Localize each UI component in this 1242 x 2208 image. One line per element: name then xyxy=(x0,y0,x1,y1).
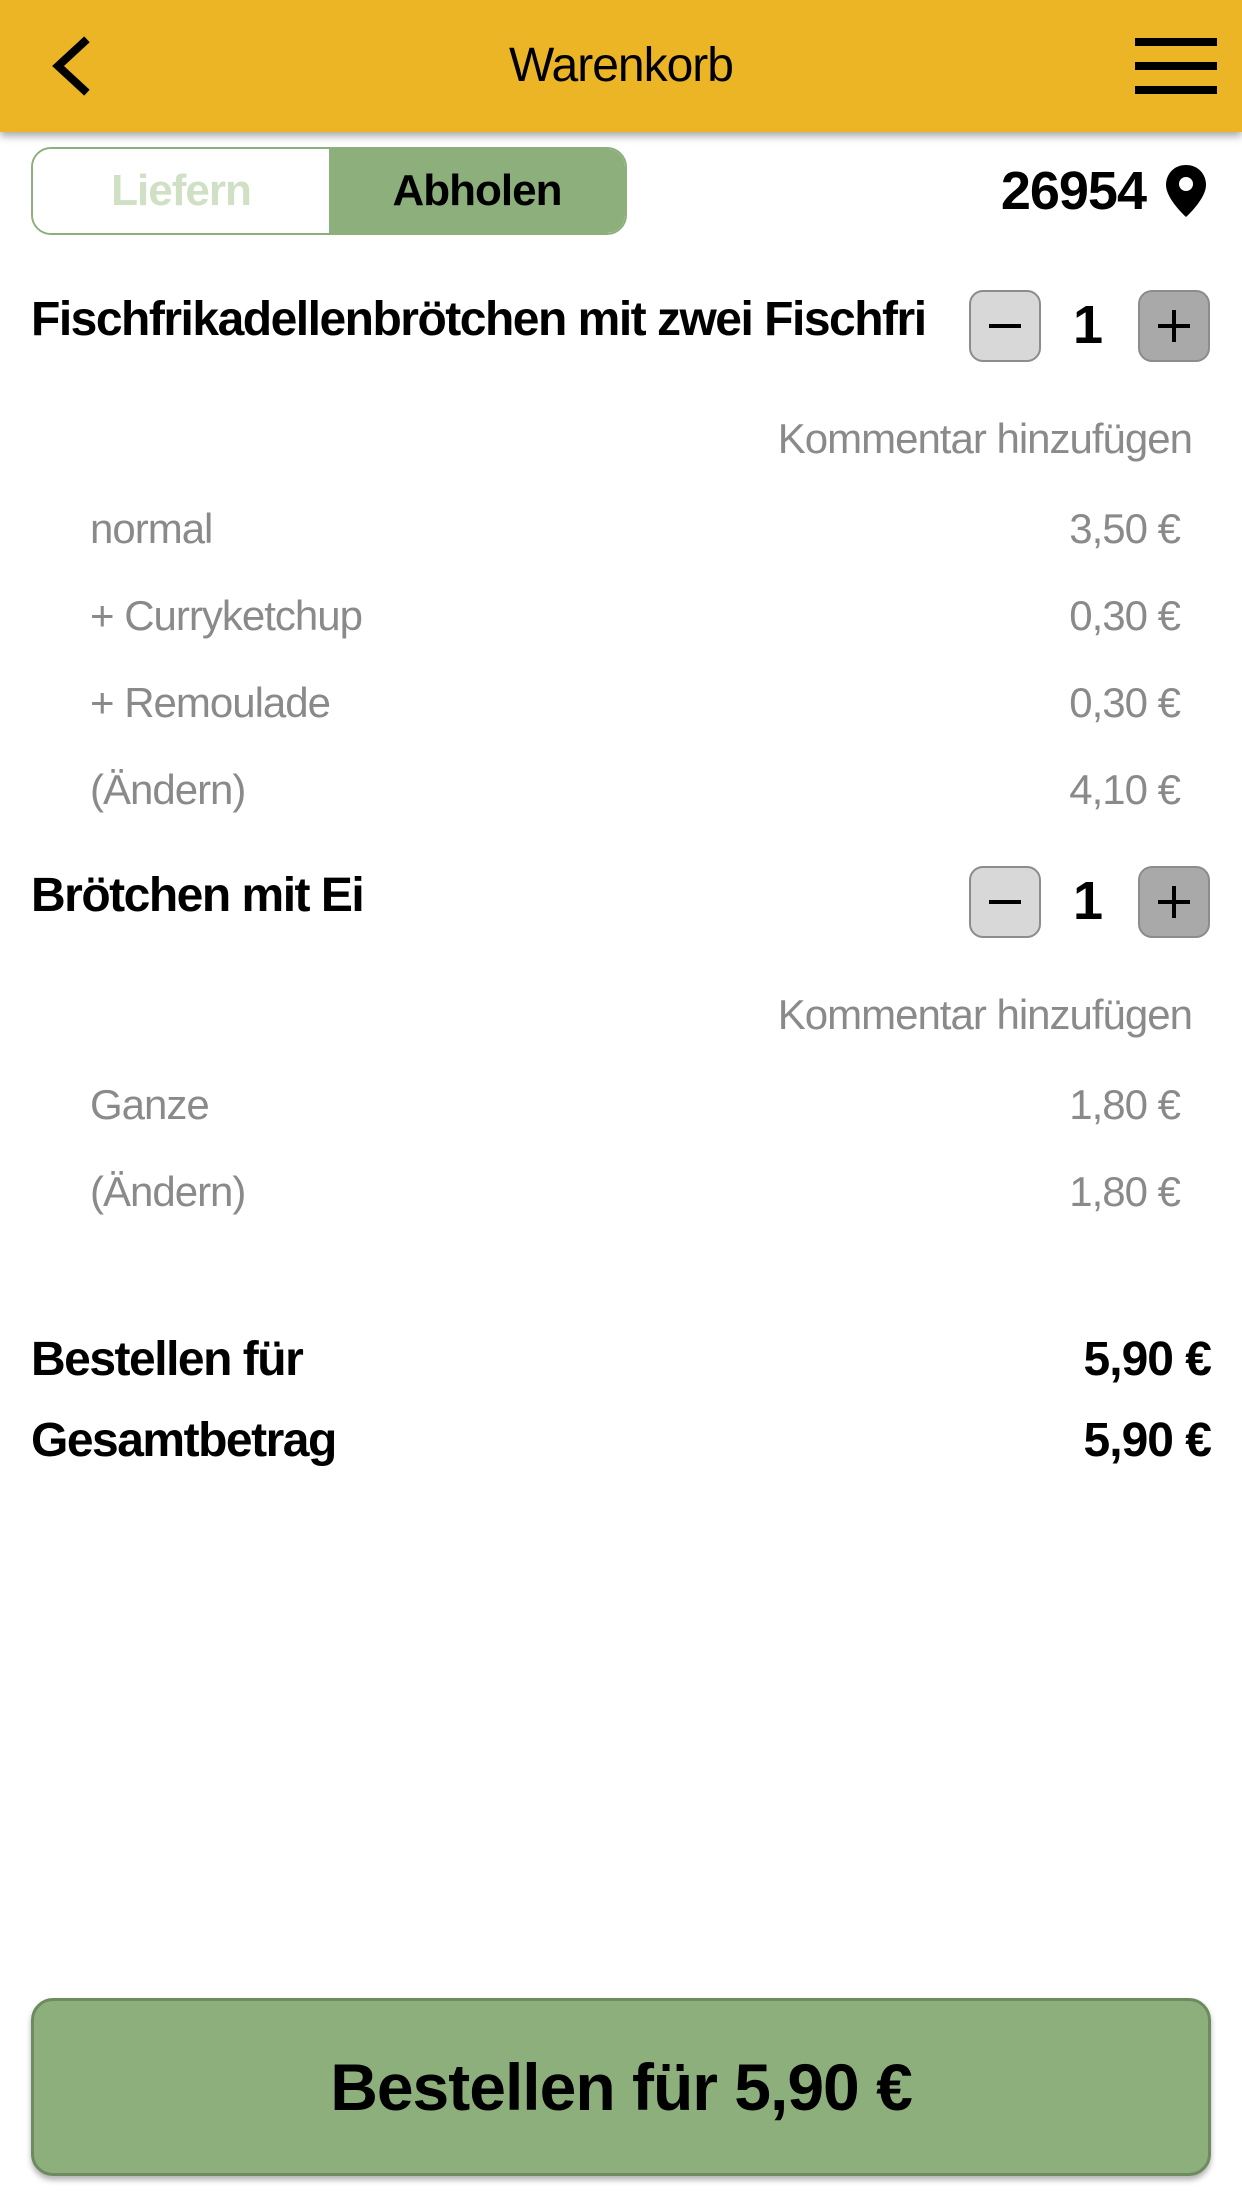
minus-icon xyxy=(989,324,1021,328)
add-comment-link[interactable]: Kommentar hinzufügen xyxy=(778,991,1193,1039)
option-label: normal xyxy=(90,505,213,552)
hamburger-menu-icon xyxy=(1135,38,1217,94)
quantity-value: 1 xyxy=(1072,295,1104,355)
total-value: 5,90 € xyxy=(1083,1414,1212,1467)
item-subtotal: 1,80 € xyxy=(1069,1168,1181,1215)
quantity-value: 1 xyxy=(1072,871,1104,931)
order-for-value: 5,90 € xyxy=(1083,1333,1212,1386)
cart-item-name: Brötchen mit Ei xyxy=(31,869,365,922)
menu-button[interactable] xyxy=(1134,32,1218,100)
location-pin-icon[interactable] xyxy=(1164,163,1208,219)
page-title: Warenkorb xyxy=(509,39,734,92)
minus-icon xyxy=(989,900,1021,904)
toggle-abholen[interactable]: Abholen xyxy=(329,149,625,233)
increase-quantity-button[interactable] xyxy=(1138,866,1210,938)
plus-icon xyxy=(1158,886,1190,918)
item-subtotal: 4,10 € xyxy=(1069,766,1181,813)
decrease-quantity-button[interactable] xyxy=(969,866,1041,938)
option-price: 1,80 € xyxy=(1069,1081,1181,1128)
option-price: 0,30 € xyxy=(1069,592,1181,639)
cart-item-name: Fischfrikadellenbrötchen mit zwei Fischf… xyxy=(31,293,927,346)
total-label: Gesamtbetrag xyxy=(31,1414,337,1467)
increase-quantity-button[interactable] xyxy=(1138,290,1210,362)
top-app-bar: Warenkorb xyxy=(0,0,1242,132)
plus-icon xyxy=(1158,310,1190,342)
add-comment-link[interactable]: Kommentar hinzufügen xyxy=(778,415,1193,463)
toggle-liefern[interactable]: Liefern xyxy=(33,149,329,233)
order-for-label: Bestellen für xyxy=(31,1333,304,1386)
change-options-link[interactable]: (Ändern) xyxy=(90,766,246,814)
option-price: 3,50 € xyxy=(1069,505,1181,552)
option-label: + Remoulade xyxy=(90,679,331,726)
postcode-label[interactable]: 26954 xyxy=(1001,150,1147,232)
place-order-button[interactable]: Bestellen für 5,90 € xyxy=(31,1998,1211,2176)
option-price: 0,30 € xyxy=(1069,679,1181,726)
option-label: + Curryketchup xyxy=(90,592,363,639)
delivery-mode-toggle: Liefern Abholen xyxy=(31,147,627,235)
decrease-quantity-button[interactable] xyxy=(969,290,1041,362)
option-label: Ganze xyxy=(90,1081,210,1128)
change-options-link[interactable]: (Ändern) xyxy=(90,1168,246,1216)
